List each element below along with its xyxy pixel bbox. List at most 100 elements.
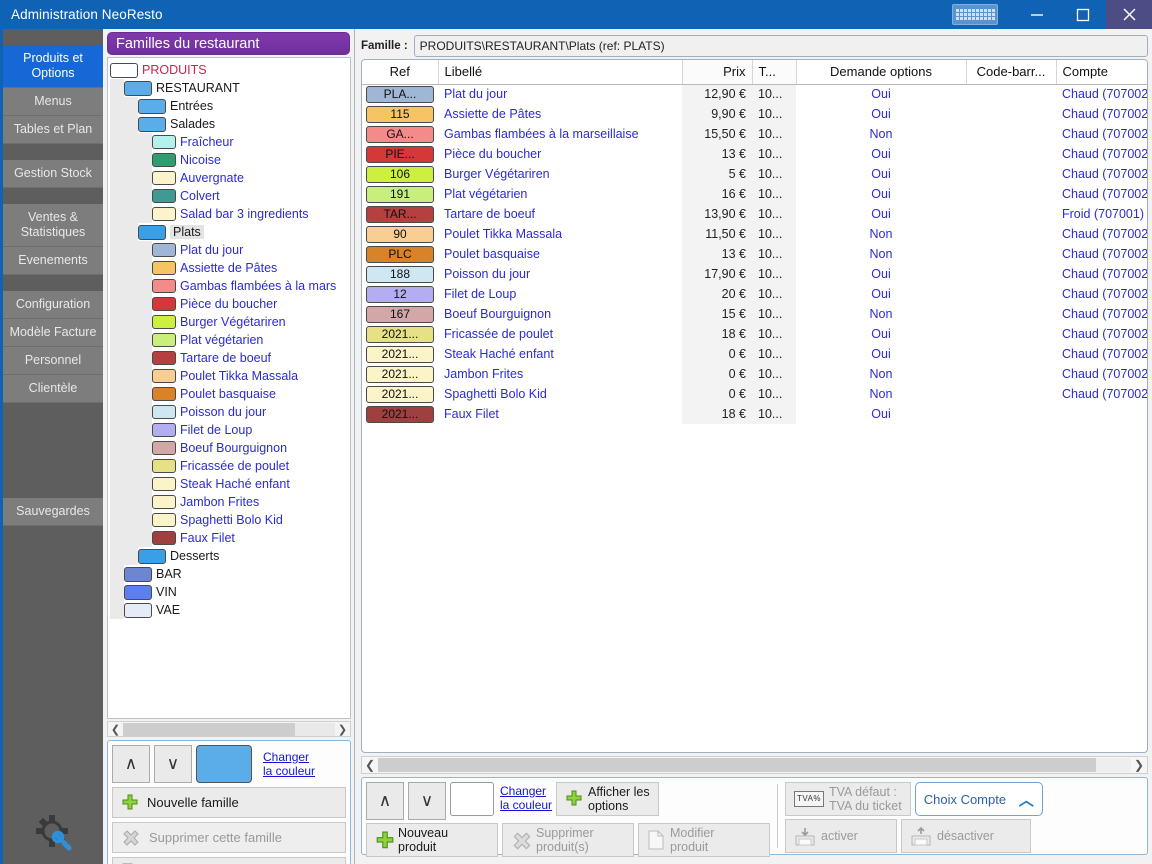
tree-color-swatch[interactable] (138, 224, 166, 240)
sidebar-item-gestion-stock[interactable]: Gestion Stock (3, 160, 103, 188)
table-row[interactable]: 2021... Jambon Frites 0 €10... Non Chaud (70… (362, 364, 1147, 384)
tree-item[interactable]: Tartare de boeuf (110, 349, 350, 367)
sidebar-item-ventes-statistiques[interactable]: Ventes & Statistiques (3, 204, 103, 247)
tree-color-swatch[interactable] (152, 477, 176, 491)
tree-item[interactable]: VAE (110, 601, 350, 619)
tree-item[interactable]: Colvert (110, 187, 350, 205)
tree-item[interactable]: Faux Filet (110, 529, 350, 547)
sidebar-item-personnel[interactable]: Personnel (3, 347, 103, 375)
products-grid-hscrollbar[interactable]: ❮ ❯ (361, 756, 1148, 774)
scroll-thumb[interactable] (123, 722, 295, 736)
tree-item[interactable]: Filet de Loup (110, 421, 350, 439)
table-row[interactable]: 2021... Fricassée de poulet 18 €10... Oui Ch… (362, 324, 1147, 344)
tree-color-swatch[interactable] (152, 333, 176, 347)
activate-button[interactable]: activer (785, 819, 897, 853)
tree-item[interactable]: VIN (110, 583, 350, 601)
table-row[interactable]: 2021... Spaghetti Bolo Kid 0 €10... Non Chau… (362, 384, 1147, 404)
tree-item[interactable]: Poisson du jour (110, 403, 350, 421)
tree-item[interactable]: Plats (110, 223, 350, 241)
table-row[interactable]: 90 Poulet Tikka Massala 11,50 €10... Non Cha… (362, 224, 1147, 244)
col-ref[interactable]: Ref (362, 60, 439, 85)
table-row[interactable]: PIE... Pièce du boucher 13 €10... Oui Chaud … (362, 144, 1147, 164)
product-move-down-button[interactable]: ∨ (408, 782, 446, 820)
scroll-right-icon[interactable]: ❯ (1131, 758, 1147, 772)
sidebar-item-configuration[interactable]: Configuration (3, 291, 103, 319)
tree-item[interactable]: Steak Haché enfant (110, 475, 350, 493)
table-row[interactable]: 167 Boeuf Bourguignon 15 €10... Non Chaud (7… (362, 304, 1147, 324)
tree-item[interactable]: BAR (110, 565, 350, 583)
family-tree-hscrollbar[interactable]: ❮ ❯ (107, 721, 351, 737)
tree-item[interactable]: Entrées (110, 97, 350, 115)
change-color-line1[interactable]: Changer (500, 784, 552, 798)
compte-select[interactable]: Choix Compte ︿ (914, 782, 1043, 816)
tree-color-swatch[interactable] (152, 531, 176, 545)
table-row[interactable]: 106 Burger Végétariren 5 €10... Oui Chaud (7… (362, 164, 1147, 184)
change-color-line2[interactable]: la couleur (263, 764, 315, 778)
tree-color-swatch[interactable] (152, 495, 176, 509)
tree-color-swatch[interactable] (152, 423, 176, 437)
tree-color-swatch[interactable] (152, 189, 176, 203)
tree-item[interactable]: Salad bar 3 ingredients (110, 205, 350, 223)
minimize-button[interactable] (1014, 0, 1060, 29)
keyboard-icon[interactable] (952, 4, 998, 25)
product-change-color-link[interactable]: Changer la couleur (498, 782, 552, 812)
table-row[interactable]: 2021... Steak Haché enfant 0 €10... Oui Chau… (362, 344, 1147, 364)
table-row[interactable]: 12 Filet de Loup 20 €10... Oui Chaud (707002… (362, 284, 1147, 304)
sidebar-item-sauvegardes[interactable]: Sauvegardes (3, 498, 103, 526)
tree-item[interactable]: Spaghetti Bolo Kid (110, 511, 350, 529)
sidebar-item-produits-et-options[interactable]: Produits et Options (3, 45, 103, 88)
product-color-swatch[interactable] (450, 782, 494, 816)
product-move-up-button[interactable]: ∧ (366, 782, 404, 820)
gear-wrench-icon[interactable] (33, 812, 75, 854)
deactivate-button[interactable]: désactiver (901, 819, 1031, 853)
tree-color-swatch[interactable] (138, 116, 166, 132)
col-demande-options[interactable]: Demande options (796, 60, 967, 85)
show-options-button[interactable]: Afficher les options (556, 782, 659, 816)
new-family-button[interactable]: Nouvelle famille (112, 787, 346, 818)
tree-item[interactable]: Boeuf Bourguignon (110, 439, 350, 457)
tree-color-swatch[interactable] (124, 80, 152, 96)
scroll-track[interactable] (123, 722, 335, 736)
sidebar-item-tables-et-plan[interactable]: Tables et Plan (3, 116, 103, 144)
delete-family-button[interactable]: Supprimer cette famille (112, 822, 346, 853)
table-row[interactable]: PLA... Plat du jour 12,90 €10... Oui Chaud (… (362, 84, 1147, 104)
tree-color-swatch[interactable] (152, 135, 176, 149)
tree-color-swatch[interactable] (152, 279, 176, 293)
table-row[interactable]: 115 Assiette de Pâtes 9,90 €10... Oui Chaud … (362, 104, 1147, 124)
table-row[interactable]: 2021... Faux Filet 18 €10... Oui (362, 404, 1147, 424)
change-color-line1[interactable]: Changer (263, 750, 315, 764)
tree-color-swatch[interactable] (138, 548, 166, 564)
family-move-up-button[interactable]: ∧ (112, 745, 150, 783)
famille-path-field[interactable]: PRODUITS\RESTAURANT\Plats (ref: PLATS) (413, 35, 1148, 57)
change-color-line2[interactable]: la couleur (500, 798, 552, 812)
col-libelle[interactable]: Libellé (438, 60, 683, 85)
col-prix[interactable]: Prix (682, 60, 753, 85)
tree-color-swatch[interactable] (152, 243, 176, 257)
tree-item[interactable]: PRODUITS (110, 61, 350, 79)
tree-color-swatch[interactable] (152, 207, 176, 221)
tree-item[interactable]: RESTAURANT (110, 79, 350, 97)
tree-color-swatch[interactable] (152, 153, 176, 167)
tree-color-swatch[interactable] (152, 459, 176, 473)
family-move-down-button[interactable]: ∨ (154, 745, 192, 783)
tree-item[interactable]: Fricassée de poulet (110, 457, 350, 475)
sidebar-item-modele-facture[interactable]: Modèle Facture (3, 319, 103, 347)
col-compte[interactable]: Compte (1056, 60, 1147, 85)
table-row[interactable]: 191 Plat végétarien 16 €10... Oui Chaud (707… (362, 184, 1147, 204)
tree-item[interactable]: Desserts (110, 547, 350, 565)
tree-item[interactable]: Poulet basquaise (110, 385, 350, 403)
tree-item[interactable]: Pièce du boucher (110, 295, 350, 313)
tree-color-swatch[interactable] (152, 387, 176, 401)
new-product-button[interactable]: Nouveau produit (366, 823, 498, 857)
sidebar-item-evenements[interactable]: Evenements (3, 247, 103, 275)
tree-item[interactable]: Assiette de Pâtes (110, 259, 350, 277)
scroll-left-icon[interactable]: ❮ (108, 723, 123, 736)
tree-color-swatch[interactable] (152, 441, 176, 455)
tree-item[interactable]: Fraîcheur (110, 133, 350, 151)
tree-color-swatch[interactable] (152, 315, 176, 329)
tree-color-swatch[interactable] (152, 261, 176, 275)
tree-item[interactable]: Poulet Tikka Massala (110, 367, 350, 385)
tree-color-swatch[interactable] (152, 513, 176, 527)
scroll-thumb[interactable] (378, 758, 1096, 772)
close-button[interactable] (1106, 0, 1152, 29)
